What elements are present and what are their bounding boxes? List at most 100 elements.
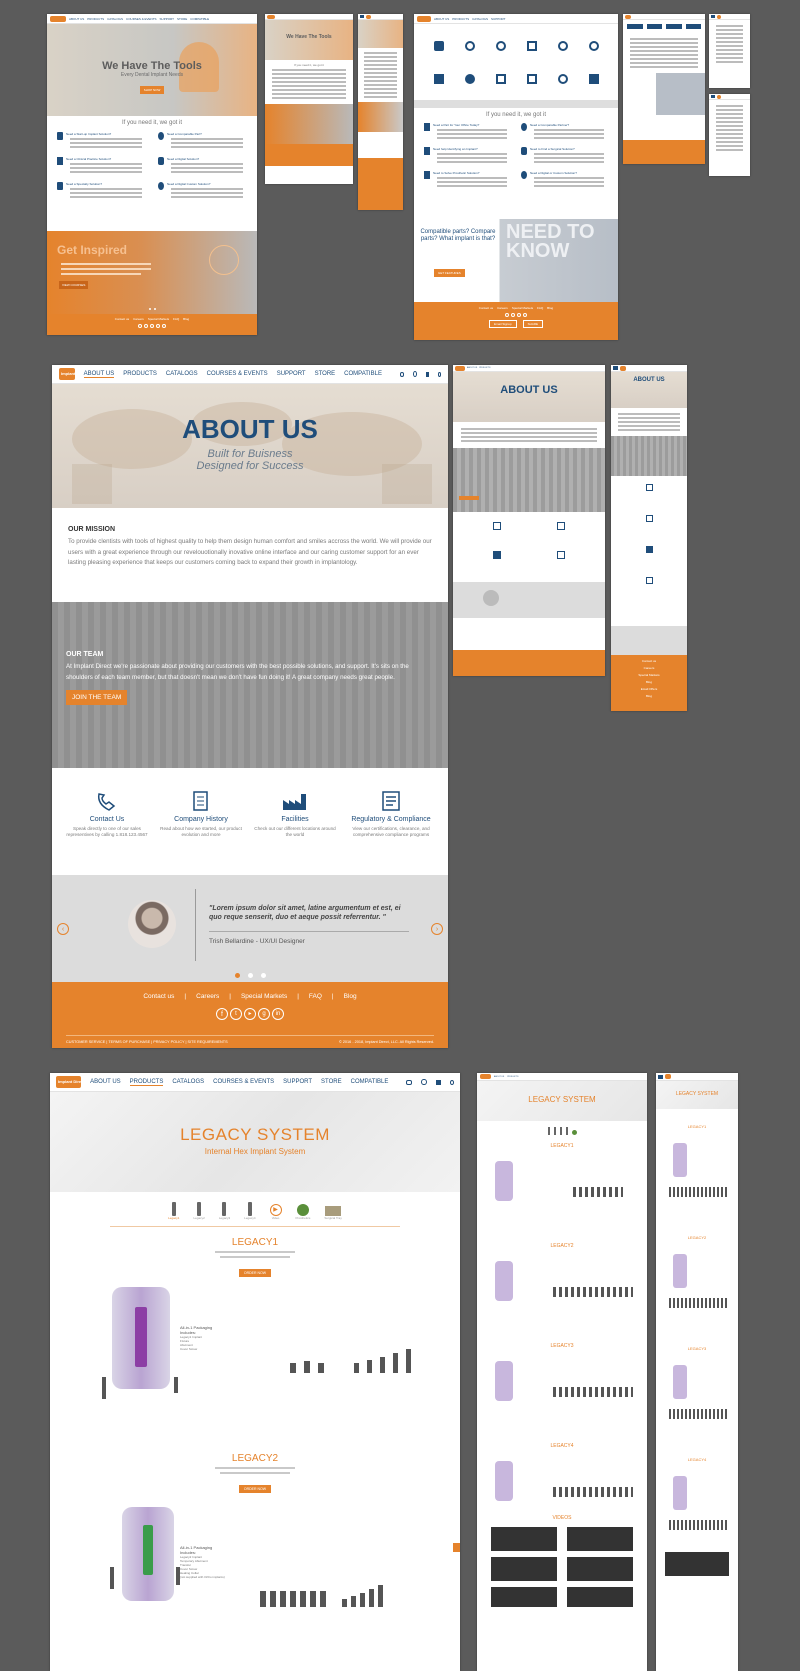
cart-icon[interactable] [435,1079,441,1085]
hamburger-icon[interactable] [711,95,715,98]
home-nav-store[interactable]: STORE [177,17,187,21]
home-mobile-logo[interactable] [366,14,371,19]
support-menu2-logo[interactable] [717,94,721,99]
support-category-icon[interactable] [588,73,599,84]
support-nav-products[interactable]: PRODUCTS [452,17,469,21]
legacy-nav-about[interactable]: ABOUT US [90,1079,121,1085]
footer-link-careers[interactable]: Careers [196,993,219,1000]
legacy-nav-support[interactable]: SUPPORT [283,1079,312,1085]
globe-icon[interactable] [413,371,417,377]
support-category-icon[interactable] [495,73,506,84]
support-footer-link[interactable]: Careers [497,306,508,310]
facebook-icon[interactable]: f [216,1008,228,1020]
legacy2-order-button[interactable]: ORDER NOW [238,1485,272,1493]
factory-icon[interactable] [645,546,653,553]
home-need-item[interactable]: Need a Comparable Part? [158,132,247,150]
phone-icon[interactable] [645,484,653,491]
feature-history[interactable]: Company History Read about how we starte… [159,790,243,875]
about-nav-about[interactable]: ABOUT US [83,371,115,378]
support-category-icon[interactable] [557,40,568,51]
footer-link-faq[interactable]: FAQ [309,993,322,1000]
home-footer-link[interactable]: Blog [183,317,189,321]
home-need-item[interactable]: Need a Start-up Implant Solution? [57,132,146,150]
thumb-surgical-tray[interactable]: Surgical Tray [324,1206,342,1220]
mobile-footer-link[interactable]: Blog [611,694,687,698]
chevron-right-icon[interactable]: › [431,923,443,935]
scroll-icon[interactable] [557,522,565,530]
support-footer-link[interactable]: Blog [547,306,553,310]
legacy-tablet-nav-products[interactable]: PRODUCTS [507,1076,518,1078]
support-need-item[interactable]: Need a Digital or Custom Solution? [521,171,608,189]
legacy-tablet-nav-about[interactable]: ABOUT US [494,1076,504,1078]
search-icon[interactable] [449,1079,455,1085]
about-nav-catalogs[interactable]: CATALOGS [166,371,198,377]
feature-regulatory[interactable]: Regulatory & Compliance View our certifi… [347,790,435,875]
home-nav-support[interactable]: SUPPORT [160,17,174,21]
cart-icon[interactable] [425,371,429,377]
support-nav-about[interactable]: ABOUT US [434,17,449,21]
support-ntk-button[interactable]: GET FEATURES [434,269,465,277]
support-category-icon[interactable] [464,73,475,84]
thumb-legacy3[interactable]: Legacy3 [219,1202,230,1220]
support-email-signup-button[interactable]: Email Signup [488,320,517,328]
home-social-icons[interactable] [47,324,257,328]
legacy-tablet-logo[interactable] [480,1074,491,1079]
thumb-prosthetics[interactable]: Prosthetics [296,1204,310,1220]
mobile-footer-link[interactable]: Contact us [611,659,687,663]
about-tablet-nav-about[interactable]: ABOUT US [467,367,477,369]
video-thumbnail[interactable] [665,1552,729,1576]
chat-icon[interactable] [399,371,405,377]
legacy-nav-compatible[interactable]: COMPATIBLE [351,1079,389,1085]
about-nav-courses[interactable]: COURSES & EVENTS [207,371,268,377]
video-thumbnail[interactable] [491,1587,557,1607]
home-footer-link[interactable]: Contact us [115,317,129,321]
home-nav-about[interactable]: ABOUT US [69,17,84,21]
home-tablet-logo[interactable] [267,14,275,19]
home-nav-catalogs[interactable]: CATALOGS [107,17,123,21]
globe-icon[interactable] [421,1079,427,1085]
twitter-icon[interactable]: t [230,1008,242,1020]
hamburger-icon[interactable] [658,1074,663,1079]
support-category-icon[interactable] [433,40,444,51]
thumb-legacy2[interactable]: Legacy2 [193,1202,205,1220]
home-need-item[interactable]: Need a Digital Solution? [158,157,247,175]
mobile-footer-link[interactable]: Special Markets [611,673,687,677]
support-need-item[interactable]: Need help Identifying an Implant? [424,147,511,165]
hamburger-icon[interactable] [613,366,618,370]
support-need-item[interactable]: Need to Find a Surgical Solution? [521,147,608,165]
home-hero-button[interactable]: SHOP NOW [139,86,165,94]
phone-icon[interactable] [493,522,501,530]
factory-icon[interactable] [493,551,501,559]
home-inspired-button[interactable]: VIEW COURSES [59,281,89,289]
home-carousel-dots[interactable] [47,308,257,310]
support-category-icon[interactable] [495,40,506,51]
scroll-icon[interactable] [645,515,653,522]
home-footer-link[interactable]: FAQ [173,317,179,321]
search-icon[interactable] [437,371,442,377]
video-thumbnail[interactable] [567,1557,633,1581]
home-footer-link[interactable]: Special Markets [148,317,169,321]
video-thumbnail[interactable] [491,1557,557,1581]
about-nav-support[interactable]: SUPPORT [277,371,306,377]
home-logo[interactable] [50,15,66,22]
footer-legal-links[interactable]: CUSTOMER SERVICE | TERMS OF PURCHASE | P… [66,1040,228,1044]
home-need-item[interactable]: Need a Digital Custom Solution? [158,182,247,200]
support-social-icons[interactable] [414,313,618,317]
mobile-footer-link[interactable]: Blog [611,680,687,684]
footer-link-special-markets[interactable]: Special Markets [241,993,287,1000]
home-need-item[interactable]: Need a Specialty Solution? [57,182,146,200]
support-need-item[interactable]: Need a Comparable Partner? [521,123,608,141]
hamburger-icon[interactable] [711,15,715,18]
support-need-item[interactable]: Need a Part for Your Office Today? [424,123,511,141]
support-need-item[interactable]: Need to Solve Prosthetic Solution? [424,171,511,189]
support-category-icon[interactable] [526,40,537,51]
legacy-nav-products[interactable]: PRODUCTS [129,1079,164,1086]
support-logo[interactable] [417,15,431,22]
support-nav-support[interactable]: SUPPORT [491,17,505,21]
home-nav-compatible[interactable]: COMPATIBLE [190,17,209,21]
feature-facilities[interactable]: Facilities Check out our different locat… [253,790,337,875]
support-footer-link[interactable]: FAQ [537,306,543,310]
about-tablet-nav-products[interactable]: PRODUCTS [479,367,490,369]
video-thumbnail[interactable] [567,1587,633,1607]
thumb-legacy1[interactable]: Legacy1 [168,1202,179,1220]
